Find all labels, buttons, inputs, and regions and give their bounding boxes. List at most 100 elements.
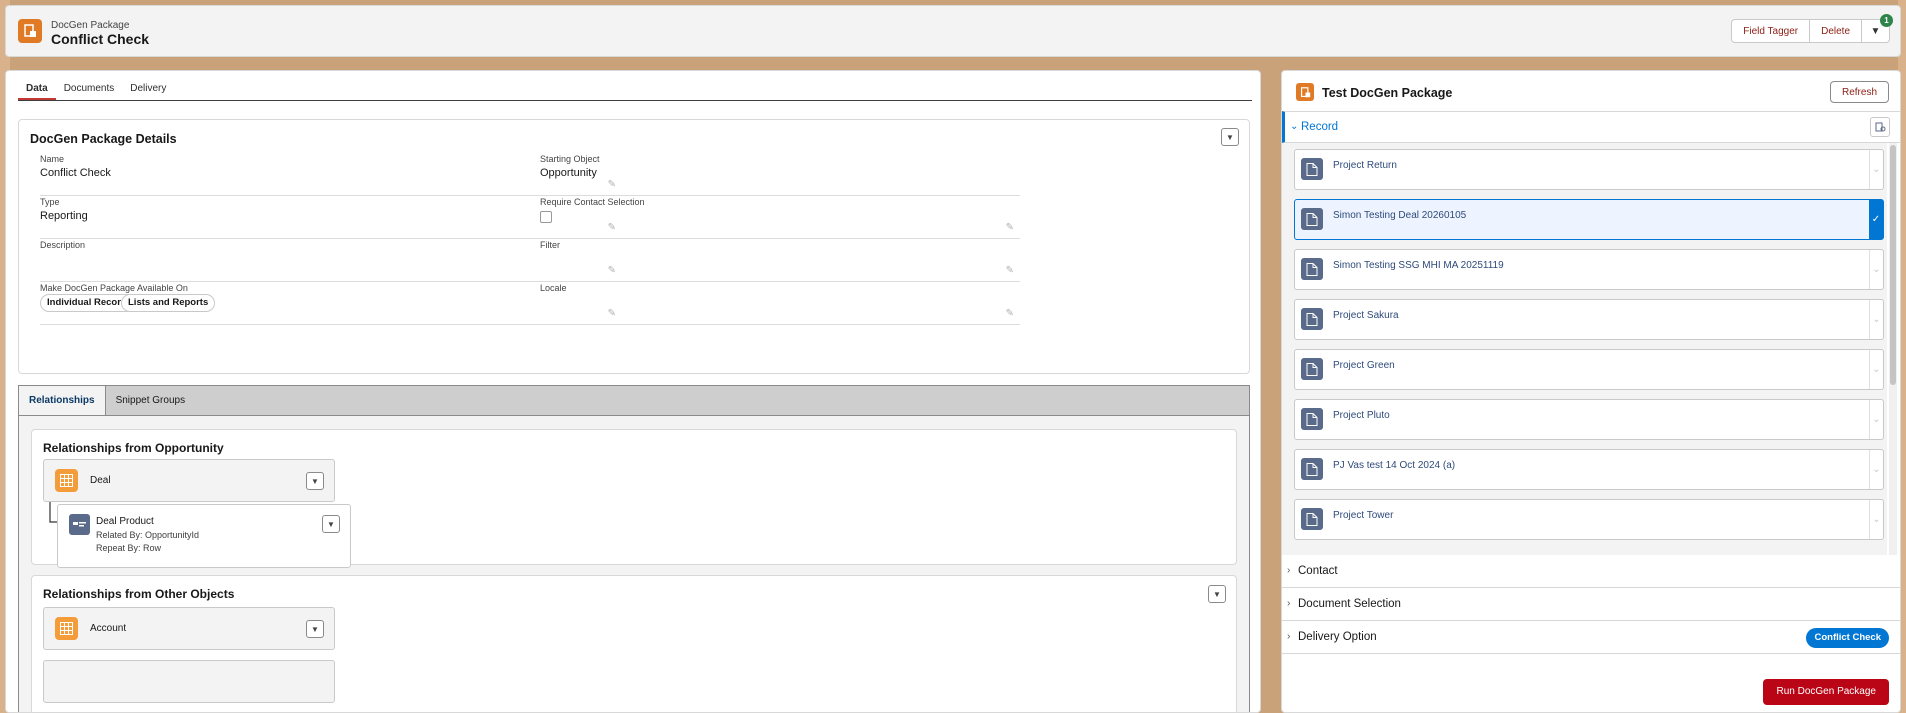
record-tabs: Data Documents Delivery (18, 81, 1252, 101)
record-item[interactable]: Project Green ⌄ (1294, 349, 1884, 390)
section-label: Record (1301, 121, 1339, 133)
record-item[interactable]: Simon Testing SSG MHI MA 20251119 ⌄ (1294, 249, 1884, 290)
record-item[interactable]: Project Tower ⌄ (1294, 499, 1884, 540)
deal-product-box[interactable]: Deal Product Related By: OpportunityId R… (57, 504, 351, 568)
details-title: DocGen Package Details (30, 132, 177, 146)
record-name: Project Return (1333, 160, 1397, 171)
refresh-button[interactable]: Refresh (1829, 81, 1889, 103)
record-section-header[interactable]: ⌄ Record (1282, 111, 1900, 143)
details-menu-button[interactable]: ▼ (1221, 128, 1239, 146)
chevron-down-icon[interactable]: ⌄ (1869, 500, 1883, 539)
docgen-package-icon (18, 19, 42, 43)
field-value: Opportunity (540, 167, 597, 179)
record-item[interactable]: Project Sakura ⌄ (1294, 299, 1884, 340)
card-title: Relationships from Other Objects (43, 587, 235, 601)
chevron-down-icon[interactable]: ⌄ (1869, 450, 1883, 489)
field-value: Conflict Check (40, 167, 111, 179)
main-panel: Data Documents Delivery DocGen Package D… (5, 70, 1261, 713)
deal-product-menu-button[interactable]: ▼ (322, 515, 340, 533)
pill-lists-and-reports: Lists and Reports (121, 294, 216, 312)
deal-menu-button[interactable]: ▼ (306, 472, 324, 490)
pencil-icon[interactable]: ✎ (1006, 265, 1014, 276)
record-name: Project Sakura (1333, 310, 1399, 321)
pencil-icon[interactable]: ✎ (1006, 222, 1014, 233)
field-label: Make DocGen Package Available On (40, 283, 188, 293)
field-tagger-button[interactable]: Field Tagger (1731, 19, 1811, 43)
tab-documents[interactable]: Documents (56, 81, 123, 100)
next-object-box[interactable] (43, 660, 335, 703)
more-actions-button[interactable]: ▼ 1 (1862, 14, 1893, 43)
chevron-down-icon: ▼ (311, 624, 319, 634)
document-icon (1301, 158, 1323, 180)
field-label: Type (40, 197, 60, 207)
require-contact-field[interactable]: Require Contact Selection ✎ (540, 197, 1020, 239)
record-item[interactable]: Project Pluto ⌄ (1294, 399, 1884, 440)
account-object-box[interactable]: Account ▼ (43, 607, 335, 650)
chevron-down-icon[interactable]: ⌄ (1869, 250, 1883, 289)
field-label: Require Contact Selection (540, 197, 645, 207)
name-field[interactable]: Name Conflict Check ✎ (40, 154, 622, 196)
type-field[interactable]: Type Reporting ✎ (40, 197, 622, 239)
account-menu-button[interactable]: ▼ (306, 620, 324, 638)
chevron-down-icon[interactable]: ⌄ (1869, 350, 1883, 389)
notification-badge: 1 (1880, 14, 1893, 27)
header-actions: Field Tagger Delete ▼ 1 (1731, 14, 1893, 43)
pencil-icon[interactable]: ✎ (1006, 308, 1014, 319)
page-title: Conflict Check (51, 31, 150, 47)
tab-snippet-groups[interactable]: Snippet Groups (106, 386, 196, 415)
delivery-option-badge: Conflict Check (1806, 628, 1889, 648)
filter-field[interactable]: Filter ✎ (540, 240, 1020, 282)
record-name: Project Tower (1333, 510, 1394, 521)
field-label: Filter (540, 240, 560, 250)
chevron-down-icon[interactable]: ⌄ (1869, 300, 1883, 339)
contact-section-header[interactable]: › Contact (1282, 555, 1900, 588)
opportunity-relationships-card: Relationships from Opportunity Deal ▼ De… (31, 429, 1237, 568)
deal-object-box[interactable]: Deal ▼ (43, 459, 335, 502)
record-name: PJ Vas test 14 Oct 2024 (a) (1333, 460, 1456, 471)
checkmark-icon[interactable]: ✓ (1869, 200, 1883, 239)
document-icon (1301, 508, 1323, 530)
page-header: DocGen Package Conflict Check Field Tagg… (5, 5, 1901, 57)
tab-relationships[interactable]: Relationships (19, 386, 106, 415)
chevron-down-icon[interactable]: ⌄ (1869, 150, 1883, 189)
chevron-down-icon: ▼ (1870, 25, 1881, 37)
available-on-field[interactable]: Make DocGen Package Available On Individ… (40, 283, 622, 325)
record-name: Project Green (1333, 360, 1395, 371)
record-name: Simon Testing SSG MHI MA 20251119 (1333, 260, 1504, 271)
record-item[interactable]: Simon Testing Deal 20260105 ✓ (1294, 199, 1884, 240)
scroll-thumb[interactable] (1890, 145, 1896, 385)
delete-button[interactable]: Delete (1810, 19, 1862, 43)
record-name: Simon Testing Deal 20260105 (1333, 210, 1467, 221)
field-label: Description (40, 240, 86, 250)
record-card-icon (69, 514, 90, 535)
document-selection-section-header[interactable]: › Document Selection (1282, 588, 1900, 621)
description-field[interactable]: Description ✎ (40, 240, 622, 282)
record-list-scrollbar[interactable] (1889, 143, 1897, 555)
chevron-down-icon: ⌄ (1290, 121, 1299, 132)
field-label: Name (40, 154, 65, 164)
record-lookup-icon[interactable] (1870, 117, 1890, 137)
chevron-down-icon[interactable]: ⌄ (1869, 400, 1883, 439)
record-item[interactable]: PJ Vas test 14 Oct 2024 (a) ⌄ (1294, 449, 1884, 490)
card-title: Relationships from Opportunity (43, 441, 224, 455)
delivery-option-section-header[interactable]: › Delivery Option Conflict Check (1282, 621, 1900, 654)
starting-object-field[interactable]: Starting Object Opportunity (540, 154, 1020, 196)
locale-field[interactable]: Locale ✎ (540, 283, 1020, 325)
document-icon (1301, 258, 1323, 280)
record-list: Project Return ⌄ Simon Testing Deal 202601… (1282, 143, 1887, 555)
tab-delivery[interactable]: Delivery (122, 81, 174, 100)
document-icon (1301, 408, 1323, 430)
record-item[interactable]: Project Return ⌄ (1294, 149, 1884, 190)
other-relationships-card: Relationships from Other Objects ▼ Accou… (31, 575, 1237, 712)
field-label: Starting Object (540, 154, 600, 164)
docgen-package-icon (1296, 83, 1314, 101)
record-name: Project Pluto (1333, 410, 1390, 421)
test-docgen-panel: Test DocGen Package Refresh ⌄ Record Pro… (1281, 70, 1901, 713)
require-contact-checkbox[interactable] (540, 211, 552, 223)
document-icon (1301, 308, 1323, 330)
chevron-right-icon: › (1287, 598, 1291, 609)
section-label: Delivery Option (1298, 631, 1377, 643)
other-relationships-menu-button[interactable]: ▼ (1208, 585, 1226, 603)
tab-data[interactable]: Data (18, 81, 56, 100)
run-docgen-package-button[interactable]: Run DocGen Package (1763, 679, 1889, 705)
